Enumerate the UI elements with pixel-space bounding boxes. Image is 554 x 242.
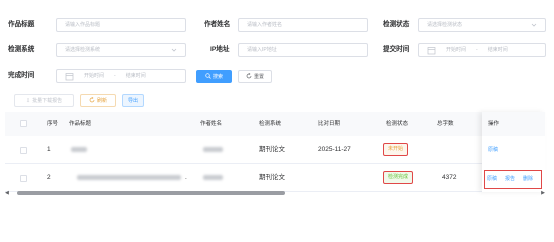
batch-download-button[interactable]: ⇩ 批量下载报告 [14, 94, 74, 107]
author-label: 作者姓名 [204, 21, 231, 28]
status-select[interactable]: 请选择检测状态 [418, 18, 546, 32]
status-badge: 检测完成 [383, 171, 414, 184]
search-icon [205, 72, 211, 81]
delete-link[interactable]: 删除 [523, 175, 533, 182]
table-header: 序号 作品标题 作者姓名 检测系统 比对日期 检测状态 总字数 操作 [5, 112, 545, 136]
refresh-label: 刷新 [96, 98, 107, 104]
refresh-icon [246, 72, 252, 81]
finish-time-range[interactable]: 开始时间 - 结束时间 [56, 69, 186, 83]
ops-column: 操作 原稿 原稿 报告 删除 [482, 112, 545, 192]
table-row: 1 期刊论文 2025-11-27 未开始 [5, 136, 545, 164]
header-index: 序号 [47, 121, 59, 127]
submit-time-label: 提交时间 [383, 46, 410, 53]
search-button[interactable]: 搜索 [196, 70, 232, 83]
ops-header-label: 操作 [488, 121, 500, 127]
download-icon: ⇩ [25, 97, 31, 104]
redacted-author [203, 147, 223, 152]
batch-download-label: 批量下载报告 [32, 98, 63, 104]
reset-button-label: 重置 [253, 74, 264, 80]
export-button[interactable]: 导出 [122, 94, 144, 107]
system-label: 检测系统 [8, 46, 35, 53]
status-select-placeholder: 请选择检测状态 [427, 22, 463, 28]
redacted-title [77, 175, 181, 180]
finish-start-placeholder: 开始时间 [84, 73, 105, 79]
refresh-icon [89, 96, 95, 105]
header-author: 作者姓名 [200, 121, 223, 127]
row-index: 1 [47, 146, 51, 153]
header-system: 检测系统 [259, 121, 282, 127]
scroll-right-arrow-icon[interactable]: ▶ [541, 190, 545, 196]
range-separator: - [114, 73, 116, 79]
system-select-placeholder: 请选择检测系统 [65, 47, 101, 53]
reset-button[interactable]: 重置 [238, 70, 272, 83]
scroll-left-arrow-icon[interactable]: ◀ [5, 190, 9, 196]
refresh-button[interactable]: 刷新 [80, 94, 116, 107]
row-checkbox[interactable] [20, 175, 27, 182]
header-word-count: 总字数 [437, 121, 454, 127]
original-link[interactable]: 原稿 [488, 146, 498, 153]
row-title-suffix: . [185, 174, 187, 181]
row-checkbox[interactable] [20, 147, 27, 154]
row-index: 2 [47, 174, 51, 181]
report-link[interactable]: 报告 [505, 175, 515, 182]
header-date: 比对日期 [318, 121, 341, 127]
horizontal-scrollbar[interactable]: ◀ ▶ [5, 190, 545, 196]
row-system: 期刊论文 [259, 174, 285, 181]
chevron-down-icon [531, 19, 539, 31]
row-word-count: 4372 [442, 174, 457, 181]
author-input[interactable]: 请输入作者姓名 [238, 18, 368, 32]
calendar-icon [65, 72, 74, 81]
calendar-icon [427, 46, 436, 55]
original-link[interactable]: 原稿 [487, 175, 497, 182]
row-date: 2025-11-27 [318, 146, 351, 153]
submit-end-placeholder: 结束时间 [487, 47, 508, 53]
chevron-down-icon [171, 44, 179, 56]
select-all-checkbox[interactable] [20, 120, 27, 127]
header-title: 作品标题 [69, 121, 92, 127]
redacted-title [71, 147, 87, 152]
submit-start-placeholder: 开始时间 [446, 47, 467, 53]
redacted-author [203, 175, 223, 180]
title-input[interactable]: 请输入作品标题 [56, 18, 186, 32]
search-button-label: 搜索 [212, 74, 223, 80]
submit-time-range[interactable]: 开始时间 - 结束时间 [418, 43, 546, 57]
status-label: 检测状态 [383, 21, 410, 28]
finish-time-label: 完成时间 [8, 72, 35, 79]
row-system: 期刊论文 [259, 146, 285, 153]
range-separator: - [476, 47, 478, 53]
export-label: 导出 [127, 98, 138, 104]
ip-label: IP地址 [210, 46, 230, 53]
title-label: 作品标题 [8, 21, 35, 28]
ip-input[interactable]: 请输入IP地址 [238, 43, 368, 57]
header-status: 检测状态 [386, 121, 409, 127]
table-row: 2 . 期刊论文 检测完成 4372 [5, 164, 545, 192]
finish-end-placeholder: 结束时间 [125, 73, 146, 79]
scrollbar-thumb[interactable] [17, 191, 285, 195]
system-select[interactable]: 请选择检测系统 [56, 43, 186, 57]
status-badge: 未开始 [383, 143, 409, 156]
